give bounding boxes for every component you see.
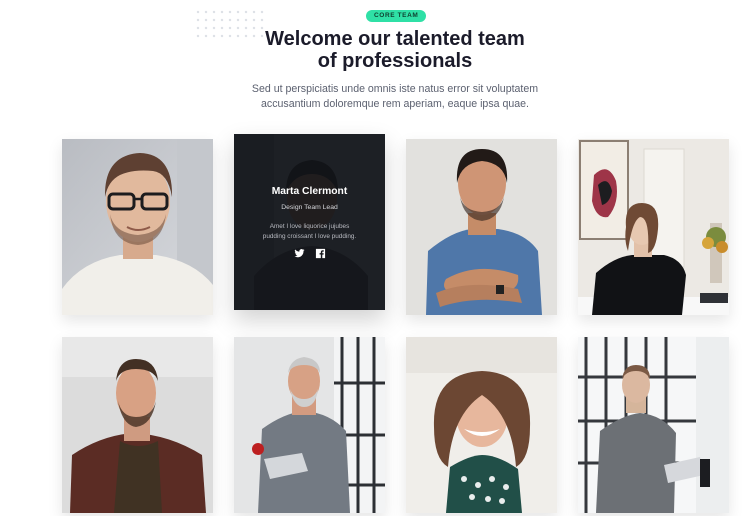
member-overlay: Marta Clermont Design Team Lead Amet I l… <box>234 134 385 310</box>
team-member-photo <box>62 337 213 513</box>
team-member-photo <box>406 337 557 513</box>
team-card-7[interactable] <box>406 337 557 513</box>
member-role: Design Team Lead <box>281 204 338 211</box>
title-line-1: Welcome our talented team <box>265 28 525 50</box>
facebook-icon <box>315 248 325 259</box>
team-section: CORE TEAM Welcome our talented team of p… <box>0 0 749 516</box>
member-bio-line-1: Amet I love liquorice jujubes <box>269 223 350 230</box>
twitter-link[interactable] <box>293 248 305 259</box>
team-card-5[interactable] <box>62 337 213 513</box>
member-bio: Amet I love liquorice jujubes pudding cr… <box>252 222 367 242</box>
team-card-featured[interactable]: Marta Clermont Design Team Lead Amet I l… <box>234 134 385 310</box>
team-card-3[interactable] <box>406 139 557 315</box>
twitter-icon <box>293 249 305 258</box>
subtitle-line-1: Sed ut perspiciatis unde omnis iste natu… <box>251 83 539 95</box>
member-name: Marta Clermont <box>271 186 348 197</box>
member-bio-line-2: pudding croissant I love pudding. <box>262 233 357 240</box>
team-card-4[interactable] <box>578 139 729 315</box>
team-member-photo <box>406 139 557 315</box>
team-member-photo <box>578 337 729 513</box>
section-subtitle: Sed ut perspiciatis unde omnis iste natu… <box>200 82 590 112</box>
title-line-2: of professionals <box>317 50 473 72</box>
team-member-photo <box>578 139 729 315</box>
team-member-photo <box>62 139 213 315</box>
subtitle-line-2: accusantium doloremque rem aperiam, eaqu… <box>261 98 529 110</box>
team-member-photo <box>234 337 385 513</box>
team-card-8[interactable] <box>578 337 729 513</box>
social-links <box>234 248 385 259</box>
team-card-1[interactable] <box>62 139 213 315</box>
section-title: Welcome our talented team of professiona… <box>200 28 590 72</box>
section-badge: CORE TEAM <box>366 10 427 22</box>
team-card-6[interactable] <box>234 337 385 513</box>
facebook-link[interactable] <box>315 248 326 259</box>
